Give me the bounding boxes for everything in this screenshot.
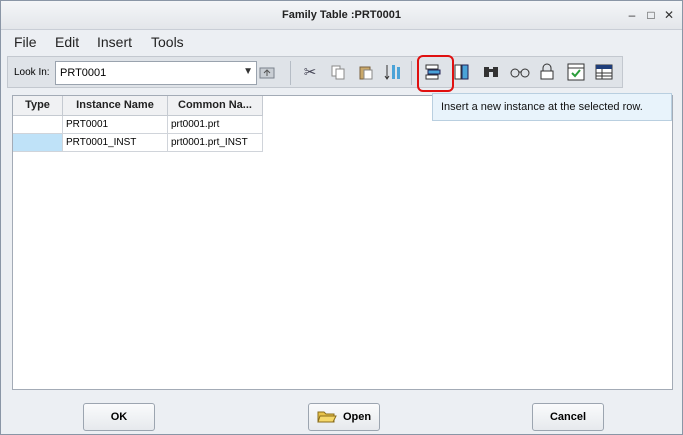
- table-cell-instance[interactable]: PRT0001: [63, 116, 168, 134]
- menu-tools[interactable]: Tools: [151, 34, 184, 50]
- folder-up-icon[interactable]: [256, 61, 278, 83]
- table-cell-common[interactable]: prt0001.prt: [168, 116, 263, 134]
- tooltip-text: Insert a new instance at the selected ro…: [441, 101, 643, 113]
- window-title: Family Table :PRT0001: [281, 9, 401, 21]
- open-button[interactable]: Open: [308, 403, 380, 431]
- sort-icon[interactable]: [382, 61, 404, 83]
- toolbar-separator: [411, 61, 412, 85]
- glasses-icon[interactable]: [509, 61, 531, 83]
- lock-icon[interactable]: [537, 61, 559, 83]
- cut-icon[interactable]: ✂: [299, 61, 321, 83]
- binoculars-icon[interactable]: [480, 61, 502, 83]
- verify-icon[interactable]: [565, 61, 587, 83]
- look-in-dropdown[interactable]: PRT0001 ▼: [55, 61, 257, 85]
- menu-file[interactable]: File: [14, 34, 37, 50]
- menu-insert[interactable]: Insert: [97, 34, 132, 50]
- menu-bar: File Edit Insert Tools: [1, 31, 682, 53]
- column-header-type[interactable]: Type: [13, 96, 63, 116]
- minimize-icon[interactable]: –: [625, 8, 639, 22]
- close-icon[interactable]: ✕: [662, 8, 676, 22]
- toolbar: Look In: PRT0001 ▼ ✂: [7, 56, 623, 88]
- ok-button[interactable]: OK: [83, 403, 155, 431]
- open-folder-icon: [317, 408, 337, 427]
- insert-column-icon[interactable]: [451, 61, 473, 83]
- maximize-icon[interactable]: □: [644, 8, 658, 22]
- copy-icon[interactable]: [327, 61, 349, 83]
- toolbar-separator: [290, 61, 291, 85]
- cancel-button-label: Cancel: [549, 411, 587, 423]
- look-in-label: Look In:: [14, 67, 50, 78]
- title-bar: Family Table :PRT0001 – □ ✕: [1, 1, 682, 30]
- column-header-instance-name[interactable]: Instance Name: [63, 96, 168, 116]
- table-cell-common[interactable]: prt0001.prt_INST: [168, 134, 263, 152]
- paste-icon[interactable]: [355, 61, 377, 83]
- menu-edit[interactable]: Edit: [55, 34, 79, 50]
- tooltip: Insert a new instance at the selected ro…: [432, 93, 672, 121]
- table-cell-type-selected[interactable]: [13, 134, 63, 152]
- family-table-window: Family Table :PRT0001 – □ ✕ File Edit In…: [0, 0, 683, 435]
- open-button-label: Open: [342, 411, 372, 423]
- insert-row-highlight: [417, 55, 454, 92]
- column-header-common-name[interactable]: Common Na...: [168, 96, 263, 116]
- table-cell-type[interactable]: [13, 116, 63, 134]
- table-icon[interactable]: [593, 61, 615, 83]
- table-cell-instance[interactable]: PRT0001_INST: [63, 134, 168, 152]
- chevron-down-icon[interactable]: ▼: [243, 66, 253, 77]
- look-in-value: PRT0001: [60, 67, 107, 79]
- family-table-grid[interactable]: Type Instance Name Common Na... PRT0001 …: [12, 95, 673, 390]
- ok-button-label: OK: [110, 411, 128, 423]
- cancel-button[interactable]: Cancel: [532, 403, 604, 431]
